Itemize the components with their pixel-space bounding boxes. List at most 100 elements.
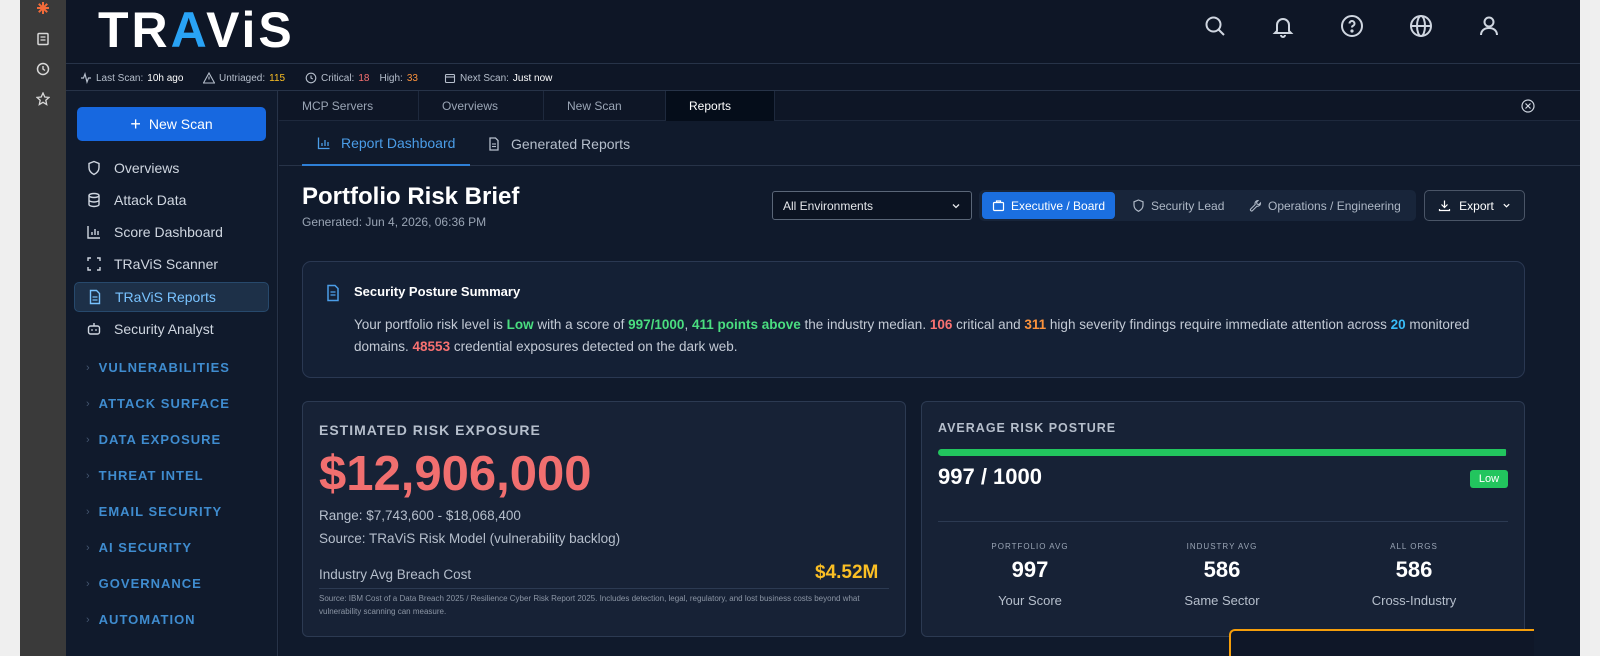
chevron-right-icon: › — [86, 433, 91, 446]
shield-icon — [88, 160, 100, 176]
sidebar-item-travis-reports[interactable]: TRaViS Reports — [74, 282, 269, 312]
user-icon[interactable] — [1475, 12, 1503, 40]
industry-avg-value: $4.52M — [815, 562, 879, 583]
chevron-right-icon: › — [86, 361, 91, 374]
tab-reports[interactable]: Reports — [666, 91, 775, 121]
section-automation[interactable]: › AUTOMATION — [86, 612, 196, 627]
sidebar-item-overviews[interactable]: Overviews — [74, 153, 269, 183]
chevron-right-icon: › — [86, 505, 91, 518]
environment-select[interactable]: All Environments — [772, 191, 972, 220]
card-label: AVERAGE RISK POSTURE — [938, 421, 1117, 435]
section-governance[interactable]: › GOVERNANCE — [86, 576, 202, 591]
industry-avg-label: Industry Avg Breach Cost — [319, 567, 472, 582]
section-ai-security[interactable]: › AI SECURITY — [86, 540, 192, 555]
new-scan-button[interactable]: + New Scan — [77, 107, 266, 141]
bot-icon — [87, 323, 101, 335]
chevron-right-icon: › — [86, 577, 91, 590]
tab-new-scan[interactable]: New Scan — [544, 91, 666, 121]
page-title: Portfolio Risk Brief — [302, 183, 520, 210]
divider — [319, 588, 889, 589]
tab-bar: MCP Servers Overviews New Scan Reports — [279, 91, 1580, 121]
icon-rail — [20, 0, 66, 656]
chart-icon — [317, 137, 330, 149]
travis-logo[interactable]: TRAViS — [98, 2, 295, 58]
sidebar-item-travis-scanner[interactable]: TRaViS Scanner — [74, 249, 269, 279]
right-margin — [1580, 0, 1600, 656]
left-margin — [0, 0, 20, 656]
untriaged-status: Untriaged: 115 — [203, 72, 285, 84]
clock-icon[interactable] — [35, 61, 51, 77]
stat-portfolio-avg: PORTFOLIO AVG 997 Your Score — [991, 542, 1069, 608]
section-threat-intel[interactable]: › THREAT INTEL — [86, 468, 204, 483]
clock-small-icon — [305, 72, 317, 84]
tab-overviews[interactable]: Overviews — [419, 91, 544, 121]
summary-text: Your portfolio risk level is Low with a … — [354, 317, 1470, 354]
tab-mcp-servers[interactable]: MCP Servers — [279, 91, 419, 121]
close-tabs-icon[interactable] — [1521, 99, 1535, 118]
summary-title: Security Posture Summary — [354, 284, 521, 299]
brand-star-icon[interactable] — [35, 0, 51, 16]
wrench-icon — [1249, 199, 1262, 212]
chevron-down-icon — [1503, 203, 1510, 208]
risk-exposure-amount: $12,906,000 — [319, 447, 592, 501]
help-icon[interactable] — [1338, 12, 1366, 40]
warning-icon — [203, 72, 215, 84]
last-scan-status: Last Scan: 10h ago — [80, 72, 183, 84]
critical-status: Critical: 18 High: 33 — [305, 72, 418, 84]
report-icon — [89, 289, 101, 305]
export-button[interactable]: Export — [1424, 190, 1525, 221]
chevron-right-icon: › — [86, 613, 91, 626]
executive-board-button[interactable]: Executive / Board — [982, 192, 1116, 219]
section-attack-surface[interactable]: › ATTACK SURFACE — [86, 396, 230, 411]
sidebar: + New Scan Overviews Attack Data Score D… — [66, 91, 278, 656]
divider — [938, 521, 1508, 522]
stat-industry-avg: INDUSTRY AVG 586 Same Sector — [1184, 542, 1260, 608]
subtab-generated-reports[interactable]: Generated Reports — [487, 121, 630, 166]
audience-toggle: Executive / Board Security Lead Operatio… — [979, 190, 1416, 221]
generated-timestamp: Generated: Jun 4, 2026, 06:36 PM — [302, 215, 487, 229]
status-badge: Low — [1470, 470, 1508, 488]
stat-all-orgs: ALL ORGS 586 Cross-Industry — [1371, 542, 1457, 608]
plus-icon: + — [130, 114, 141, 134]
document-icon[interactable] — [35, 31, 51, 47]
briefcase-icon — [992, 200, 1005, 212]
section-data-exposure[interactable]: › DATA EXPOSURE — [86, 432, 221, 447]
operations-engineering-button[interactable]: Operations / Engineering — [1239, 192, 1411, 219]
main-content: MCP Servers Overviews New Scan Reports R… — [279, 91, 1580, 656]
globe-icon[interactable] — [1407, 12, 1435, 40]
chevron-down-icon — [952, 203, 960, 208]
sidebar-item-attack-data[interactable]: Attack Data — [74, 185, 269, 215]
posture-score: 997 / 1000 — [938, 464, 1042, 489]
calendar-icon — [444, 73, 456, 84]
security-posture-summary: Security Posture Summary Your portfolio … — [302, 261, 1525, 378]
search-icon[interactable] — [1201, 12, 1229, 40]
status-bar: Last Scan: 10h ago Untriaged: 115 Critical… — [66, 64, 1580, 91]
risk-exposure-card: ESTIMATED RISK EXPOSURE $12,906,000 Rang… — [302, 401, 906, 637]
risk-posture-card: AVERAGE RISK POSTURE 997 / 1000 Low PORT… — [921, 401, 1525, 637]
subtab-bar: Report Dashboard Generated Reports — [279, 121, 1580, 166]
document-icon — [489, 136, 499, 151]
scan-frame-icon — [87, 257, 101, 271]
chevron-right-icon: › — [86, 469, 91, 482]
pulse-icon — [81, 72, 91, 84]
source-note: Source: IBM Cost of a Data Breach 2025 /… — [319, 594, 860, 616]
top-bar: TRAViS — [66, 0, 1580, 64]
database-icon — [88, 192, 100, 208]
floating-panel-edge — [1229, 629, 1534, 656]
security-lead-button[interactable]: Security Lead — [1122, 192, 1234, 219]
subtab-report-dashboard[interactable]: Report Dashboard — [302, 121, 471, 166]
risk-range: Range: $7,743,600 - $18,068,400 — [319, 508, 521, 523]
chevron-right-icon: › — [86, 541, 91, 554]
document-icon — [325, 284, 341, 307]
chevron-right-icon: › — [86, 397, 91, 410]
score-progress-fill — [938, 449, 1507, 456]
sidebar-item-security-analyst[interactable]: Security Analyst — [74, 314, 269, 344]
sidebar-item-score-dashboard[interactable]: Score Dashboard — [74, 217, 269, 247]
section-email-security[interactable]: › EMAIL SECURITY — [86, 504, 222, 519]
section-vulnerabilities[interactable]: › VULNERABILITIES — [86, 360, 230, 375]
download-icon — [1439, 200, 1451, 212]
chart-icon — [87, 226, 100, 239]
bell-icon[interactable] — [1269, 12, 1297, 40]
card-label: ESTIMATED RISK EXPOSURE — [319, 422, 541, 438]
star-icon[interactable] — [35, 91, 51, 107]
